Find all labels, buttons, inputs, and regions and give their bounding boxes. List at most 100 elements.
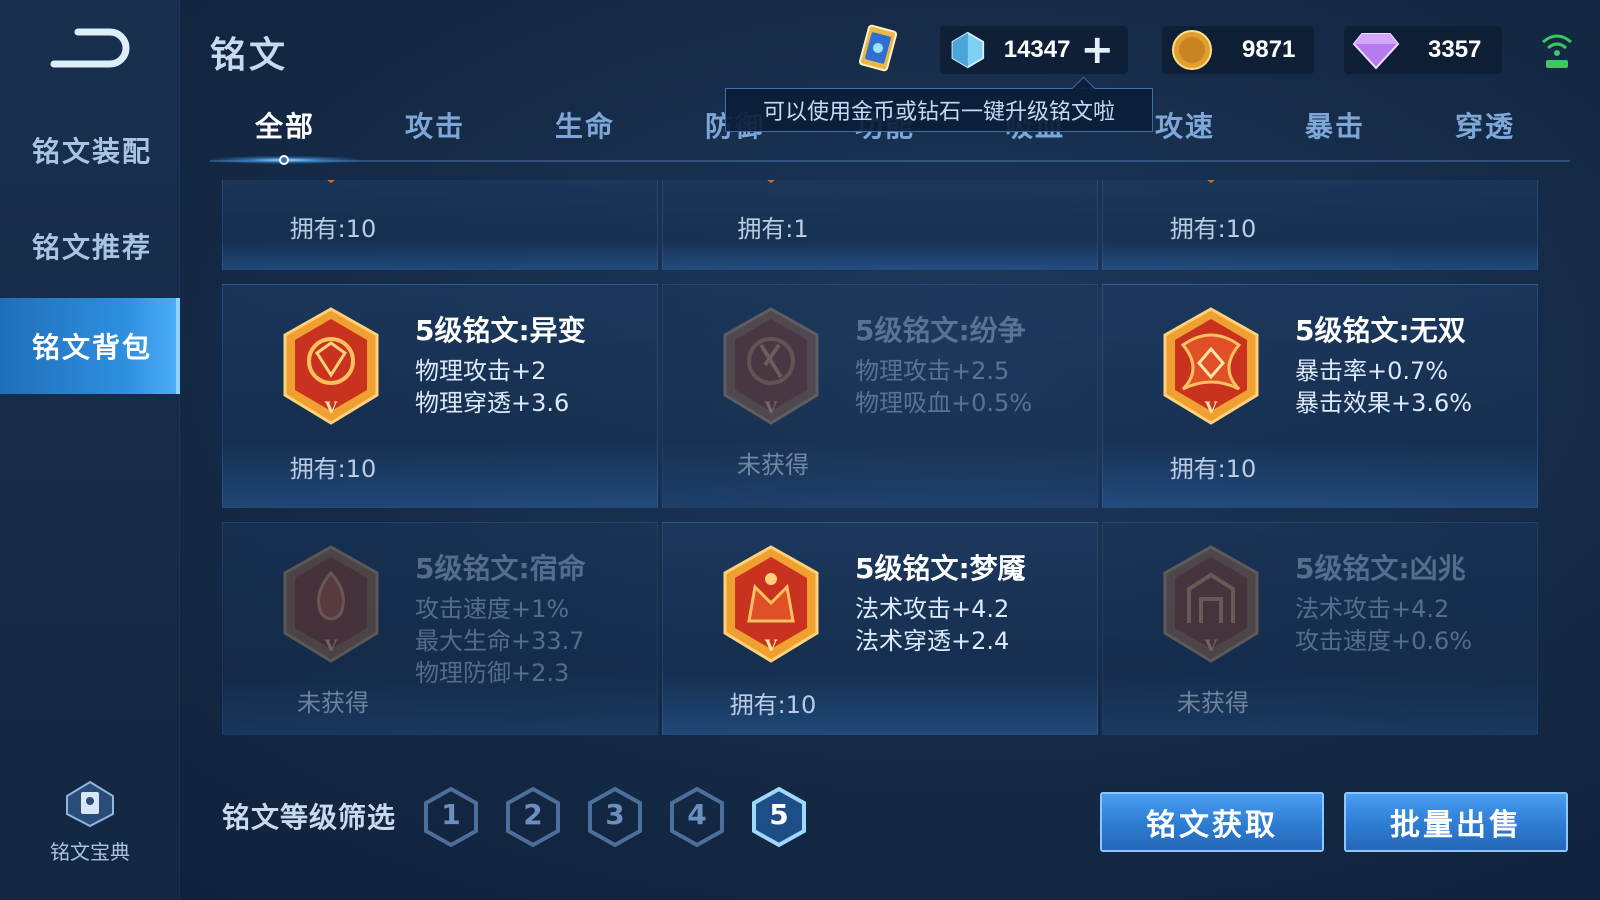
owned-count: 拥有:10 — [1169, 455, 1257, 483]
codex-book-icon — [66, 780, 114, 828]
owned-count: 拥有:10 — [289, 455, 377, 483]
rune-card-icon — [858, 24, 898, 72]
rune-card-suming[interactable]: V 5级铭文:宿命 攻击速度+1% 最大生命+33.7 物理防御+2.3 未获得 — [222, 522, 658, 735]
rune-attr: 物理攻击+2 — [415, 357, 547, 385]
svg-text:V: V — [1204, 398, 1218, 417]
diamond-icon — [1352, 33, 1400, 70]
svg-text:V: V — [764, 398, 778, 417]
sidebar-item-label: 铭文推荐 — [32, 231, 153, 264]
rune-attr: 物理吸血+0.5% — [855, 389, 1033, 417]
back-button[interactable] — [48, 26, 134, 70]
level-filter-4[interactable]: 4 — [668, 786, 726, 848]
owned-count: 拥有:1 — [737, 215, 809, 243]
rune-name: 5级铭文:纷争 — [855, 314, 1026, 347]
gold-coin-icon — [1172, 30, 1212, 70]
rune-name: 5级铭文:异变 — [415, 314, 586, 347]
owned-count: 拥有:10 — [1169, 215, 1257, 243]
tab-divider — [210, 160, 1570, 162]
diamond-amount: 3357 — [1428, 36, 1482, 63]
rune-attr: 物理攻击+2.5 — [855, 357, 1010, 385]
rune-grid: 拥有:10 拥有:1 拥有:10 V 5级铭文:异变 物理攻击+2 物理穿透+3… — [222, 180, 1562, 735]
rune-attr: 暴击效果+3.6% — [1295, 389, 1473, 417]
rune-card-yibian[interactable]: V 5级铭文:异变 物理攻击+2 物理穿透+3.6 拥有:10 — [222, 284, 658, 508]
tab-crit[interactable]: 暴击 — [1260, 105, 1410, 145]
owned-count: 未获得 — [297, 689, 369, 717]
rune-card-wushuang[interactable]: V 5级铭文:无双 暴击率+0.7% 暴击效果+3.6% 拥有:10 — [1102, 284, 1538, 508]
tab-all[interactable]: 全部 — [210, 105, 360, 145]
rune-attr: 法术穿透+2.4 — [855, 627, 1010, 655]
tab-attack[interactable]: 攻击 — [360, 105, 510, 145]
rune-attr: 法术攻击+4.2 — [855, 595, 1010, 623]
svg-text:V: V — [324, 636, 338, 655]
level-filter-2[interactable]: 2 — [504, 786, 562, 848]
rune-card[interactable]: 拥有:10 — [1102, 180, 1538, 270]
level-number: 3 — [605, 798, 625, 831]
owned-count: 未获得 — [1177, 689, 1249, 717]
level-number: 5 — [769, 798, 789, 831]
rune-gem-icon — [767, 180, 775, 183]
rune-attr: 物理防御+2.3 — [415, 659, 570, 687]
add-gem-button[interactable]: + — [1080, 30, 1114, 70]
upgrade-tooltip: 可以使用金币或钻石一键升级铭文啦 — [725, 88, 1153, 132]
rune-name: 5级铭文:凶兆 — [1295, 552, 1466, 585]
rune-card[interactable]: 拥有:1 — [662, 180, 1098, 270]
gold-amount: 9871 — [1242, 36, 1296, 63]
page-title: 铭文 — [210, 35, 289, 76]
rune-gem-icon — [327, 180, 335, 183]
svg-text:V: V — [1204, 636, 1218, 655]
rune-attr: 暴击率+0.7% — [1295, 357, 1449, 385]
owned-count: 未获得 — [737, 451, 809, 479]
wifi-signal-icon — [1542, 34, 1572, 68]
tab-penetration[interactable]: 穿透 — [1410, 105, 1560, 145]
sidebar-item-label: 铭文装配 — [32, 135, 153, 168]
rune-wushuang-icon: V — [1163, 307, 1259, 425]
level-number: 4 — [687, 798, 707, 831]
rune-yibian-icon: V — [283, 307, 379, 425]
sidebar-item-equip[interactable]: 铭文装配 — [0, 102, 180, 198]
owned-count: 拥有:10 — [729, 691, 817, 719]
gem-amount: 14347 — [1003, 36, 1071, 63]
rune-attr: 物理穿透+3.6 — [415, 389, 570, 417]
rune-xiongzhao-icon: V — [1163, 545, 1259, 663]
rune-suming-icon: V — [283, 545, 379, 663]
sidebar-item-backpack[interactable]: 铭文背包 — [0, 298, 180, 394]
rune-card-mengyan[interactable]: V 5级铭文:梦魇 法术攻击+4.2 法术穿透+2.4 拥有:10 — [662, 522, 1098, 735]
level-number: 2 — [523, 798, 543, 831]
codex-label: 铭文宝典 — [50, 840, 130, 864]
svg-text:V: V — [764, 636, 778, 655]
sidebar-item-label: 铭文背包 — [32, 331, 153, 364]
rune-mengyan-icon: V — [723, 545, 819, 663]
rune-card-fenzheng[interactable]: V 5级铭文:纷争 物理攻击+2.5 物理吸血+0.5% 未获得 — [662, 284, 1098, 508]
bulk-sell-button[interactable]: 批量出售 — [1344, 792, 1568, 852]
crystal-icon — [951, 31, 985, 69]
rune-attr: 攻击速度+1% — [415, 595, 570, 623]
sidebar-item-recommend[interactable]: 铭文推荐 — [0, 198, 180, 294]
rune-name: 5级铭文:无双 — [1295, 314, 1466, 347]
obtain-rune-button[interactable]: 铭文获取 — [1100, 792, 1324, 852]
tab-health[interactable]: 生命 — [510, 105, 660, 145]
rune-card[interactable]: 拥有:10 — [222, 180, 658, 270]
rune-attr: 法术攻击+4.2 — [1295, 595, 1450, 623]
rune-name: 5级铭文:梦魇 — [855, 552, 1026, 585]
rune-attr: 最大生命+33.7 — [415, 627, 585, 655]
level-filter-label: 铭文等级筛选 — [222, 801, 397, 834]
svg-text:V: V — [324, 398, 338, 417]
rune-fenzheng-icon: V — [723, 307, 819, 425]
rune-attr: 攻击速度+0.6% — [1295, 627, 1473, 655]
level-filter-1[interactable]: 1 — [422, 786, 480, 848]
rune-gem-icon — [1207, 180, 1215, 183]
level-number: 1 — [441, 798, 461, 831]
gold-currency: 9871 — [1162, 24, 1314, 76]
rune-name: 5级铭文:宿命 — [415, 552, 586, 585]
level-filter-3[interactable]: 3 — [586, 786, 644, 848]
codex-button[interactable]: 铭文宝典 — [30, 780, 150, 865]
rune-card-shortcut[interactable] — [850, 24, 906, 76]
back-arrow-icon — [50, 28, 130, 68]
rune-card-xiongzhao[interactable]: V 5级铭文:凶兆 法术攻击+4.2 攻击速度+0.6% 未获得 — [1102, 522, 1538, 735]
diamond-currency: 3357 — [1344, 24, 1502, 76]
sidebar: 铭文装配 铭文推荐 铭文背包 铭文宝典 — [0, 0, 180, 900]
gem-currency: 14347 + — [940, 24, 1128, 76]
owned-count: 拥有:10 — [289, 215, 377, 243]
level-filter-5[interactable]: 5 — [750, 786, 808, 848]
tab-active-dot — [279, 155, 289, 165]
